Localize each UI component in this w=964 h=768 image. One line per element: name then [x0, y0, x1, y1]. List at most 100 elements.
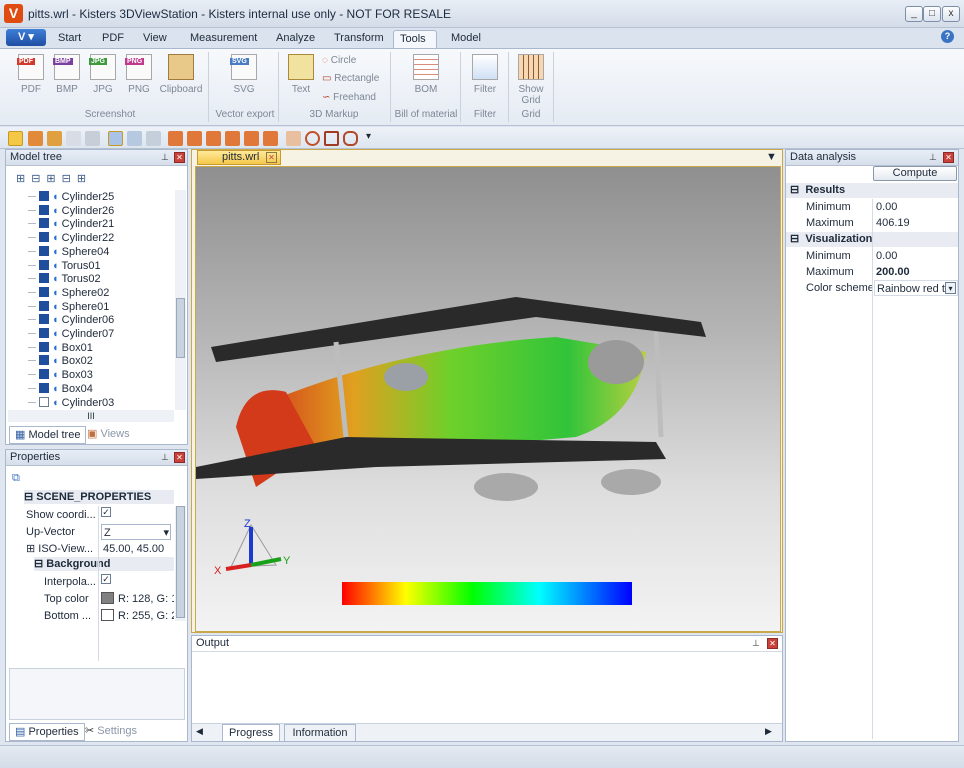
tree-scroll-thumb[interactable] — [176, 298, 185, 358]
filter-button[interactable]: Filter — [468, 54, 502, 95]
zoom-icon[interactable] — [85, 131, 100, 146]
tree-item[interactable]: ─ ◖ Sphere01 — [8, 300, 109, 314]
vis-minimum-value[interactable]: 0.00 — [876, 248, 956, 264]
properties-scrollbar[interactable] — [175, 506, 186, 621]
visibility-checkbox[interactable] — [38, 273, 49, 284]
visibility-checkbox[interactable] — [38, 191, 49, 201]
tree-item[interactable]: ─ ◖ Sphere04 — [8, 245, 109, 259]
interpolate-checkbox[interactable]: ✓ — [101, 574, 111, 584]
tab-views[interactable]: ▣ Views — [82, 426, 135, 444]
tab-start[interactable]: Start — [52, 30, 87, 48]
export-jpg-button[interactable]: JPG JPG — [86, 54, 120, 95]
view-left-icon[interactable] — [206, 131, 221, 146]
sort-icon[interactable]: ⧉ — [12, 472, 20, 485]
visibility-checkbox[interactable] — [38, 232, 49, 243]
pin-icon[interactable]: ⊥ — [161, 152, 169, 163]
markup-text-button[interactable]: Text — [284, 54, 318, 95]
document-menu-icon[interactable]: ▼ — [766, 151, 777, 163]
tab-pdf[interactable]: PDF — [96, 30, 130, 48]
view-front-icon[interactable] — [168, 131, 183, 146]
tab-settings[interactable]: ✂ Settings — [80, 723, 142, 741]
visibility-checkbox[interactable] — [38, 286, 49, 297]
markup-text-icon[interactable] — [286, 131, 301, 146]
properties-scroll-thumb[interactable] — [176, 506, 185, 618]
markup-rectangle-button[interactable]: ▭ Rectangle — [322, 73, 379, 84]
tab-model[interactable]: Model — [445, 30, 487, 48]
pin-icon[interactable]: ⊥ — [752, 638, 760, 649]
pan-icon[interactable] — [47, 131, 62, 146]
bottom-color-swatch[interactable] — [101, 609, 114, 621]
tab-information[interactable]: Information — [284, 724, 356, 742]
close-tab-icon[interactable]: ✕ — [266, 152, 277, 163]
zoom-window-icon[interactable] — [66, 131, 81, 146]
airplane-model[interactable]: Z X Y — [196, 167, 781, 632]
copy-clipboard-button[interactable]: Clipboard — [158, 54, 204, 95]
visibility-checkbox[interactable] — [38, 314, 49, 325]
scroll-right-icon[interactable]: ▶ — [765, 726, 772, 737]
document-tab[interactable]: pitts.wrl ✕ — [197, 150, 281, 165]
tab-model-tree[interactable]: ▦ Model tree — [9, 426, 87, 444]
tab-measurement[interactable]: Measurement — [184, 30, 263, 48]
vis-maximum-value[interactable]: 200.00 — [876, 264, 956, 280]
tree-item[interactable]: ─ ◖ Box01 — [8, 341, 93, 355]
visibility-checkbox[interactable] — [38, 355, 49, 366]
3d-viewport[interactable]: Z X Y — [195, 166, 781, 632]
tree-item[interactable]: ─ ◖ Torus01 — [8, 259, 101, 273]
top-color-swatch[interactable] — [101, 592, 114, 604]
visibility-checkbox[interactable] — [38, 382, 49, 393]
tree-item[interactable]: ─ ◖ Cylinder22 — [8, 231, 114, 245]
export-bmp-button[interactable]: BMP BMP — [50, 54, 84, 95]
export-png-button[interactable]: PNG PNG — [122, 54, 156, 95]
view-back-icon[interactable] — [187, 131, 202, 146]
compute-button[interactable]: Compute — [873, 166, 957, 181]
view-iso-icon[interactable] — [263, 131, 278, 146]
tree-item[interactable]: ─ ◖ Box04 — [8, 382, 93, 396]
tree-item[interactable]: ─ ◖ Cylinder25 — [8, 190, 114, 204]
tree-item[interactable]: ─ ◖ Box03 — [8, 368, 93, 382]
maximize-button[interactable]: □ — [923, 6, 941, 22]
close-panel-icon[interactable]: ✕ — [767, 638, 778, 649]
export-pdf-button[interactable]: PDF PDF — [14, 54, 48, 95]
tree-scrollbar[interactable] — [175, 190, 186, 410]
tab-tools[interactable]: Tools — [393, 30, 437, 48]
visibility-checkbox[interactable] — [38, 328, 49, 338]
tree-item[interactable]: ─ ◖ Cylinder03 — [8, 396, 114, 410]
tree-expand-controls[interactable]: ⊞⊟⊞⊟⊞ — [16, 172, 92, 185]
tree-item[interactable]: ─ ◖ Box02 — [8, 354, 93, 368]
select-edges-icon[interactable] — [146, 131, 161, 146]
visibility-checkbox[interactable] — [38, 341, 49, 352]
visibility-checkbox[interactable] — [38, 369, 49, 380]
pin-icon[interactable]: ⊥ — [161, 452, 169, 463]
scroll-left-icon[interactable]: ◀ — [196, 726, 203, 737]
tab-view[interactable]: View — [137, 30, 173, 48]
tab-transform[interactable]: Transform — [328, 30, 390, 48]
tree-item[interactable]: ─ ◖ Sphere02 — [8, 286, 109, 300]
color-scheme-select[interactable]: Rainbow red to ▾ — [874, 280, 958, 296]
tab-analyze[interactable]: Analyze — [270, 30, 321, 48]
view-top-icon[interactable] — [244, 131, 259, 146]
close-panel-icon[interactable]: ✕ — [174, 152, 185, 163]
iso-view-row[interactable]: ⊞ ISO-View... — [26, 541, 100, 557]
scene-properties-section[interactable]: ⊟ SCENE_PROPERTIES — [24, 490, 174, 504]
up-vector-select[interactable]: Z ▾ — [101, 524, 171, 540]
visibility-checkbox[interactable] — [38, 218, 49, 229]
app-menu-button[interactable]: V ▾ — [6, 29, 46, 46]
background-section[interactable]: ⊟ Background — [34, 557, 174, 571]
visibility-checkbox[interactable] — [38, 300, 49, 311]
tree-item[interactable]: ─ ◖ Torus02 — [8, 272, 101, 286]
close-panel-icon[interactable]: ✕ — [943, 152, 954, 163]
tree-hscrollbar[interactable]: III — [8, 410, 174, 422]
markup-freehand-icon[interactable] — [343, 131, 358, 146]
visibility-checkbox[interactable] — [38, 396, 49, 407]
close-button[interactable]: x — [942, 6, 960, 22]
markup-circle-icon[interactable] — [305, 131, 320, 146]
minimize-button[interactable]: _ — [905, 6, 923, 22]
visibility-checkbox[interactable] — [38, 204, 49, 215]
visibility-checkbox[interactable] — [38, 245, 49, 256]
export-svg-button[interactable]: SVG SVG — [227, 54, 261, 95]
show-grid-button[interactable]: Show Grid — [514, 54, 548, 106]
show-coord-checkbox[interactable]: ✓ — [101, 507, 111, 517]
tree-item[interactable]: ─ ◖ Cylinder26 — [8, 204, 114, 218]
rotate-icon[interactable] — [28, 131, 43, 146]
tree-item[interactable]: ─ ◖ Cylinder07 — [8, 327, 114, 341]
